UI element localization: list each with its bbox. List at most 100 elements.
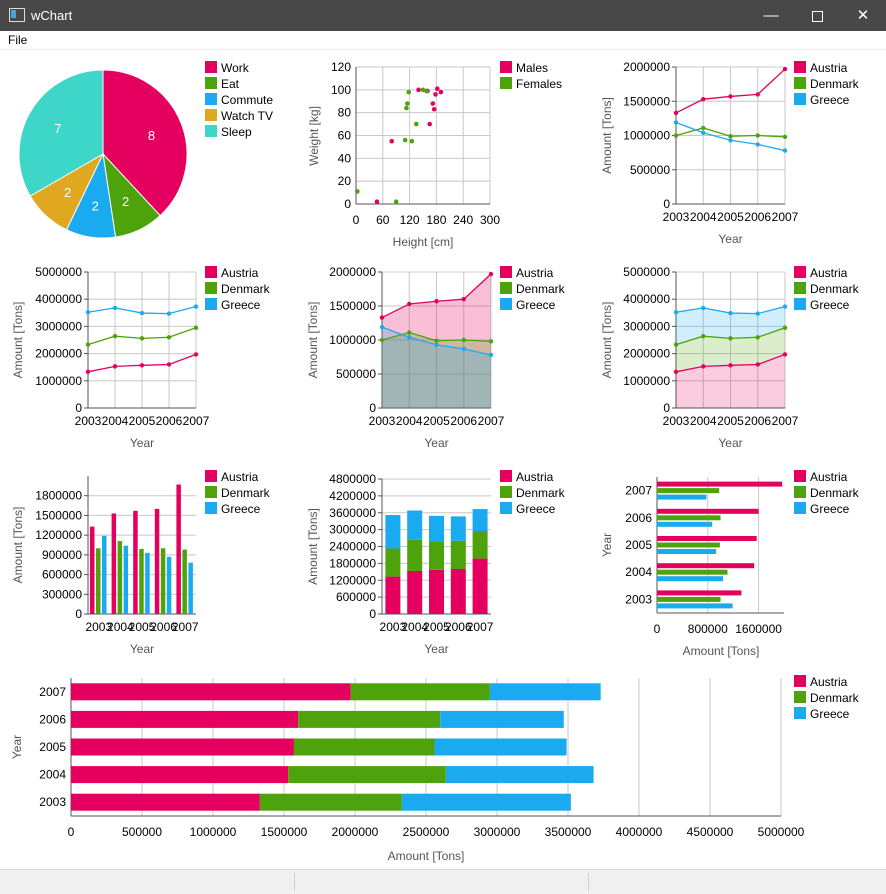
y-tick-label: 2007: [625, 484, 652, 498]
scatter-point: [402, 137, 408, 143]
line-point: [755, 335, 760, 340]
stacked-bar: [407, 539, 423, 571]
x-tick-label: 2003: [369, 414, 396, 428]
pie-slice-label: 2: [92, 198, 99, 213]
legend-swatch: [205, 266, 217, 278]
x-tick-label: 2004: [690, 210, 717, 224]
legend-label: Denmark: [810, 486, 860, 500]
x-tick-label: 180: [426, 213, 446, 227]
y-tick-label: 5000000: [35, 265, 82, 279]
y-tick-label: 2003: [39, 795, 66, 809]
y-tick-label: 2004: [625, 565, 652, 579]
x-tick-label: 2004: [396, 414, 423, 428]
scatter-point: [389, 138, 395, 144]
bar: [657, 542, 720, 548]
legend-swatch: [794, 77, 806, 89]
line-point: [728, 310, 733, 316]
x-tick-label: 0: [353, 213, 360, 227]
x-axis-label: Year: [424, 436, 448, 450]
scatter-point: [409, 138, 415, 144]
bar: [90, 526, 95, 614]
legend-swatch: [794, 691, 806, 703]
legend-label: Greece: [810, 93, 850, 107]
stacked-bar: [71, 793, 260, 811]
y-axis-label: Amount [Tons]: [600, 302, 614, 379]
line-point: [166, 335, 172, 340]
bar: [657, 590, 742, 596]
legend-label: Females: [516, 77, 562, 91]
y-tick-label: 500000: [336, 367, 376, 381]
bar: [657, 536, 757, 541]
x-tick-label: 2005: [129, 414, 156, 428]
legend-label: Commute: [221, 93, 273, 107]
x-tick-label: 0: [68, 825, 75, 839]
scatter-point: [406, 89, 412, 95]
x-axis-label: Year: [130, 436, 154, 450]
legend-label: Eat: [221, 77, 240, 91]
y-axis-label: Amount [Tons]: [11, 507, 25, 584]
line-point: [755, 133, 760, 138]
x-tick-label: 1000000: [190, 825, 237, 839]
stacked-bar: [293, 738, 435, 756]
legend-label: Greece: [810, 298, 850, 312]
y-tick-label: 2004: [39, 768, 66, 782]
line-point: [755, 311, 760, 316]
y-tick-label: 2003: [625, 592, 652, 606]
bar: [117, 541, 123, 614]
y-tick-label: 5000000: [623, 265, 670, 279]
legend-label: Austria: [516, 470, 554, 484]
x-tick-label: 1600000: [735, 622, 782, 636]
y-tick-label: 2006: [39, 712, 66, 726]
line-point: [139, 363, 145, 368]
x-tick-label: 2005: [423, 414, 450, 428]
pie-slice-label: 2: [122, 194, 129, 209]
line-point: [112, 305, 118, 311]
line-point: [782, 325, 788, 330]
legend-swatch: [794, 61, 806, 73]
line-point: [461, 297, 466, 302]
y-tick-label: 0: [75, 401, 82, 415]
line-point: [193, 352, 199, 357]
scatter-point: [424, 88, 429, 94]
x-tick-label: 2003: [75, 414, 102, 428]
stacked-line-chart: 0 1000000 2000000 3000000 4000000 5000000 2003…: [11, 265, 271, 450]
line-point: [701, 130, 706, 135]
line-point: [193, 325, 199, 330]
legend-swatch: [205, 502, 217, 514]
stacked-bar: [407, 570, 423, 614]
legend-label: Austria: [810, 675, 848, 689]
line-point: [166, 311, 172, 316]
x-tick-label: 2007: [772, 414, 799, 428]
legend-label: Denmark: [221, 282, 271, 296]
legend-label: Denmark: [516, 282, 566, 296]
y-tick-label: 2005: [39, 740, 66, 754]
scatter-point: [374, 199, 380, 205]
stacked-bar: [385, 515, 401, 549]
scatter-point: [355, 189, 360, 194]
stacked-bar: [385, 548, 401, 577]
line-point: [85, 369, 91, 375]
bar: [96, 548, 101, 614]
legend-swatch: [205, 61, 217, 73]
line-point: [673, 369, 679, 375]
bar: [657, 515, 721, 521]
y-axis-label: Amount [Tons]: [306, 508, 320, 585]
x-tick-label: 0: [654, 622, 661, 636]
stacked-bar: [434, 738, 567, 756]
line-point: [407, 330, 412, 335]
y-tick-label: 4000000: [623, 292, 670, 306]
scatter-point: [404, 105, 409, 111]
stacked-bar: [445, 766, 594, 784]
x-tick-label: 4500000: [687, 825, 734, 839]
y-tick-label: 3000000: [329, 523, 376, 537]
x-tick-label: 2007: [467, 620, 494, 634]
x-axis-label: Year: [718, 232, 742, 246]
stacked-bar: [259, 793, 402, 811]
x-tick-label: 300: [480, 213, 500, 227]
x-tick-label: 2005: [717, 414, 744, 428]
line-point: [112, 364, 118, 369]
x-tick-label: 3500000: [545, 825, 592, 839]
stacked-bar: [440, 710, 564, 728]
bar: [657, 521, 713, 527]
stacked-bar: [429, 515, 444, 542]
